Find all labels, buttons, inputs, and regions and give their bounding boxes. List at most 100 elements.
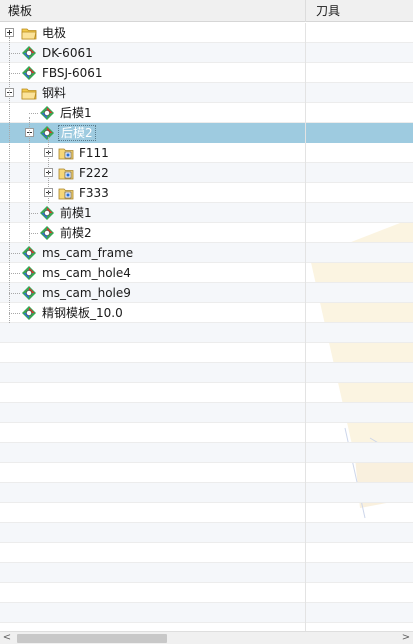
tree-connector xyxy=(29,117,30,243)
tree-connector xyxy=(9,253,20,254)
tool-cell[interactable] xyxy=(306,43,413,63)
tree-header: 模板 刀具 xyxy=(0,0,413,22)
empty-row xyxy=(0,623,413,631)
group-folder-icon xyxy=(58,165,74,181)
tool-cell[interactable] xyxy=(306,283,413,303)
tree-row[interactable]: 精钢模板_10.0 xyxy=(0,303,413,323)
expand-toggle-icon[interactable] xyxy=(5,28,14,37)
tree-row[interactable]: FBSJ-6061 xyxy=(0,63,413,83)
tree-item-label[interactable]: 电极 xyxy=(40,25,68,41)
empty-row xyxy=(0,403,413,423)
tree-row[interactable]: 电极 xyxy=(0,23,413,43)
tool-cell xyxy=(306,363,413,383)
tree-connector xyxy=(9,37,10,323)
tree-item-label[interactable]: 钢料 xyxy=(40,85,68,101)
template-cell: ms_cam_hole4 xyxy=(0,263,306,283)
tool-cell[interactable] xyxy=(306,103,413,123)
empty-row xyxy=(0,483,413,503)
tree-item-label[interactable]: FBSJ-6061 xyxy=(40,65,105,81)
tree-item-label[interactable]: F222 xyxy=(77,165,111,181)
tool-cell xyxy=(306,523,413,543)
tool-cell[interactable] xyxy=(306,143,413,163)
template-tree: 电极 DK-6061 FBSJ-6061 钢料后模1 后模2 F111 F222 F333 前模… xyxy=(0,23,413,631)
tool-cell[interactable] xyxy=(306,203,413,223)
scroll-right-arrow-icon[interactable]: > xyxy=(399,632,413,644)
template-cell xyxy=(0,423,306,443)
template-cell: 钢料 xyxy=(0,83,306,103)
tree-row[interactable]: 后模2 xyxy=(0,123,413,143)
tree-item-label[interactable]: 前模2 xyxy=(58,225,94,241)
template-cell: ms_cam_hole9 xyxy=(0,283,306,303)
tree-item-label[interactable]: ms_cam_frame xyxy=(40,245,135,261)
tree-connector xyxy=(48,137,49,203)
tool-cell[interactable] xyxy=(306,223,413,243)
tree-row[interactable]: ms_cam_hole9 xyxy=(0,283,413,303)
tree-item-label[interactable]: ms_cam_hole4 xyxy=(40,265,133,281)
folder-icon xyxy=(21,85,37,101)
tree-row[interactable]: 后模1 xyxy=(0,103,413,123)
group-folder-icon xyxy=(58,145,74,161)
tool-cell[interactable] xyxy=(306,183,413,203)
tool-cell xyxy=(306,443,413,463)
tree-item-label[interactable]: DK-6061 xyxy=(40,45,95,61)
scroll-left-arrow-icon[interactable]: < xyxy=(0,632,14,644)
template-cell xyxy=(0,523,306,543)
column-header-template[interactable]: 模板 xyxy=(0,0,306,22)
tree-item-label[interactable]: 后模2 xyxy=(58,125,96,141)
tree-row[interactable]: 钢料 xyxy=(0,83,413,103)
tool-cell[interactable] xyxy=(306,23,413,43)
tree-item-label[interactable]: ms_cam_hole9 xyxy=(40,285,133,301)
template-cell xyxy=(0,403,306,423)
tool-cell xyxy=(306,323,413,343)
empty-row xyxy=(0,423,413,443)
tree-row[interactable]: DK-6061 xyxy=(0,43,413,63)
empty-row xyxy=(0,563,413,583)
tool-cell xyxy=(306,423,413,443)
tree-connector xyxy=(29,113,38,114)
tool-cell xyxy=(306,483,413,503)
tree-connector xyxy=(9,313,20,314)
tool-cell[interactable] xyxy=(306,303,413,323)
tool-cell[interactable] xyxy=(306,123,413,143)
template-cell: 后模1 xyxy=(0,103,306,123)
template-cell: 精钢模板_10.0 xyxy=(0,303,306,323)
tool-cell[interactable] xyxy=(306,163,413,183)
template-cell xyxy=(0,343,306,363)
tool-cell[interactable] xyxy=(306,63,413,83)
tree-row[interactable]: F222 xyxy=(0,163,413,183)
tool-cell[interactable] xyxy=(306,263,413,283)
empty-row xyxy=(0,343,413,363)
tree-connector xyxy=(9,73,20,74)
tree-item-label[interactable]: 前模1 xyxy=(58,205,94,221)
tree-row[interactable]: ms_cam_frame xyxy=(0,243,413,263)
tool-cell xyxy=(306,583,413,603)
empty-row xyxy=(0,543,413,563)
tool-cell xyxy=(306,383,413,403)
tree-row[interactable]: F111 xyxy=(0,143,413,163)
tree-item-label[interactable]: 后模1 xyxy=(58,105,94,121)
tree-connector xyxy=(9,293,20,294)
horizontal-scrollbar[interactable]: < > xyxy=(0,631,413,644)
template-cell xyxy=(0,443,306,463)
tree-row[interactable]: ms_cam_hole4 xyxy=(0,263,413,283)
empty-row xyxy=(0,323,413,343)
empty-row xyxy=(0,463,413,483)
template-cell: 前模2 xyxy=(0,223,306,243)
template-cell: ms_cam_frame xyxy=(0,243,306,263)
tree-row[interactable]: F333 xyxy=(0,183,413,203)
part-model-icon xyxy=(21,65,37,81)
tree-item-label[interactable]: F333 xyxy=(77,185,111,201)
template-cell xyxy=(0,583,306,603)
part-model-icon xyxy=(39,225,55,241)
template-cell xyxy=(0,463,306,483)
template-cell: FBSJ-6061 xyxy=(0,63,306,83)
tree-item-label[interactable]: F111 xyxy=(77,145,111,161)
tree-item-label[interactable]: 精钢模板_10.0 xyxy=(40,305,125,321)
scrollbar-thumb[interactable] xyxy=(17,634,167,643)
tool-cell[interactable] xyxy=(306,83,413,103)
tool-cell[interactable] xyxy=(306,243,413,263)
tree-row[interactable]: 前模1 xyxy=(0,203,413,223)
column-header-tool[interactable]: 刀具 xyxy=(306,0,413,22)
template-cell xyxy=(0,483,306,503)
tree-row[interactable]: 前模2 xyxy=(0,223,413,243)
